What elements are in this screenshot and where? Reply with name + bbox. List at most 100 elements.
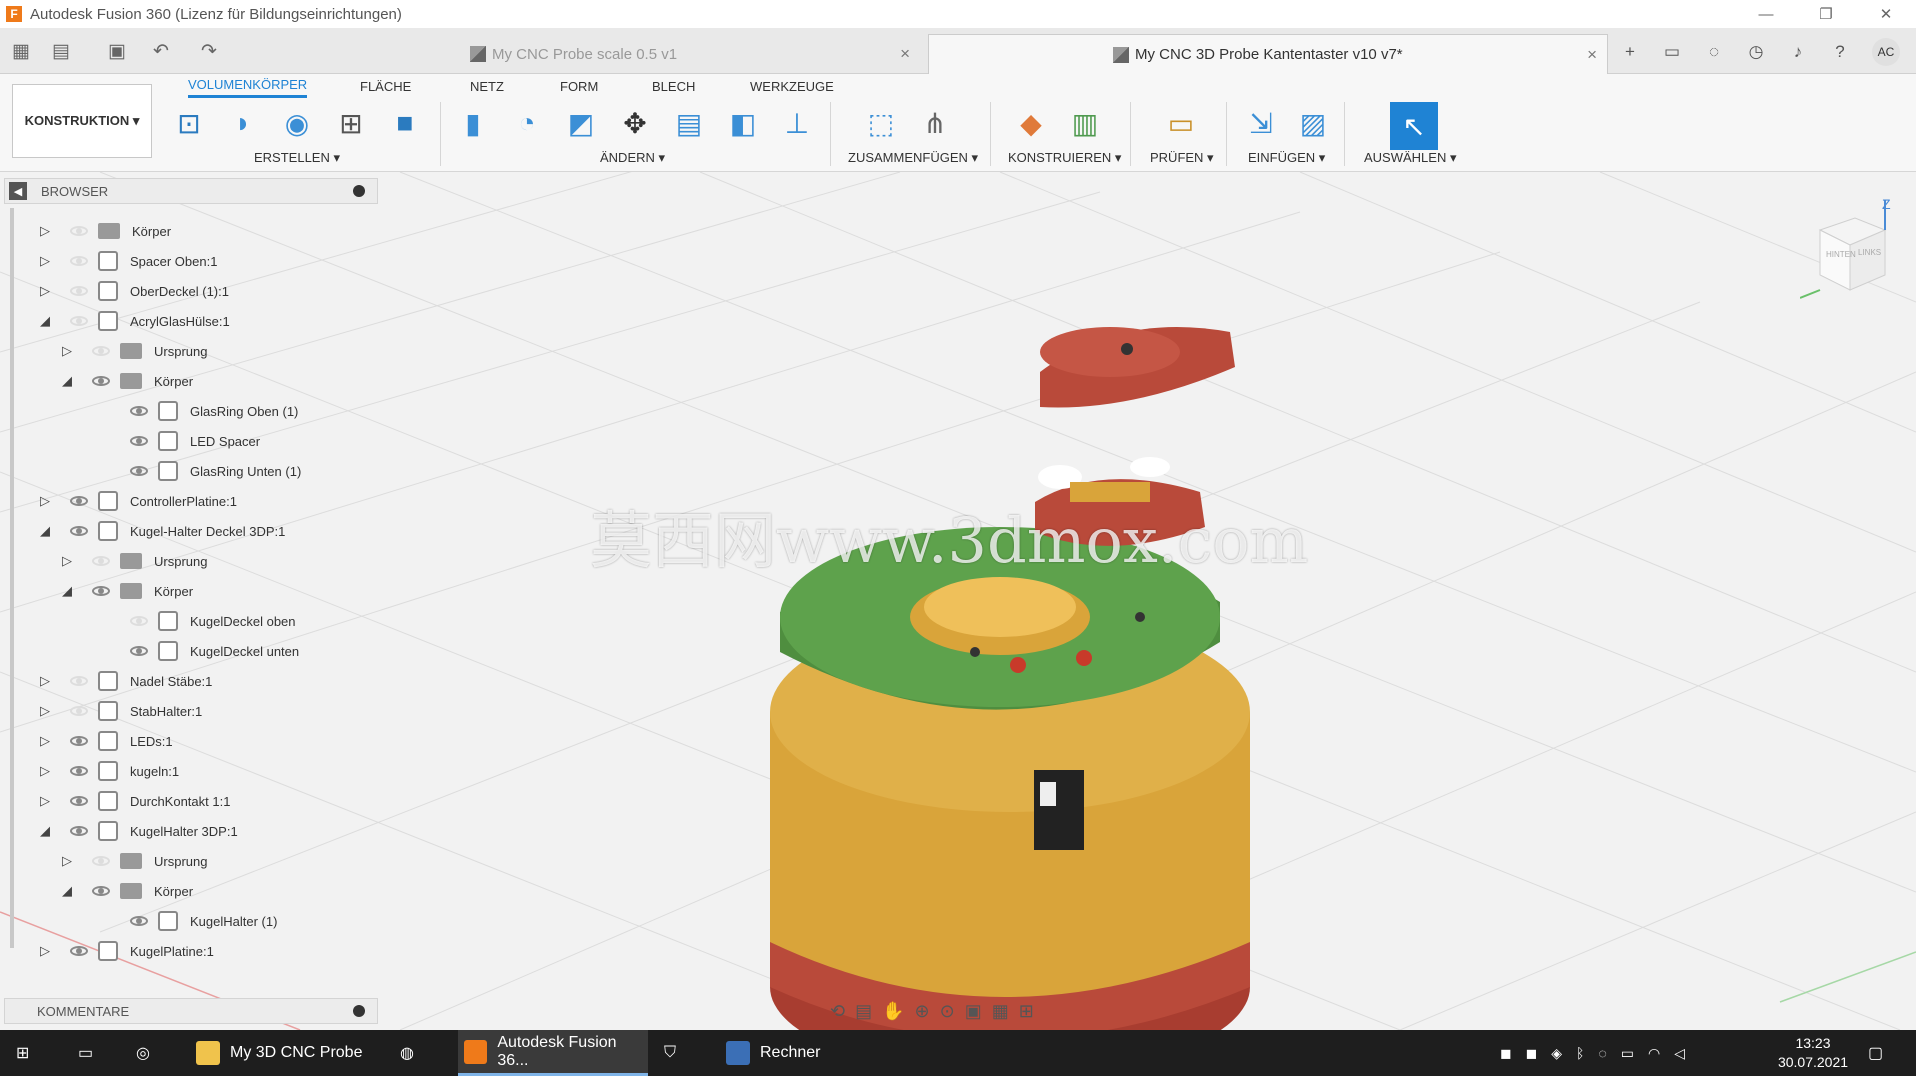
browser-tree-row[interactable]: ◢ Körper: [62, 576, 193, 606]
tray-wifi-icon[interactable]: ◠: [1648, 1045, 1660, 1062]
tray-app-icon[interactable]: ◼: [1500, 1045, 1512, 1062]
visibility-eye-icon[interactable]: [130, 916, 148, 926]
visibility-eye-icon[interactable]: [92, 346, 110, 356]
fillet-icon[interactable]: ◔: [506, 102, 548, 144]
press-pull-icon[interactable]: ▮: [452, 102, 494, 144]
browser-tree-row[interactable]: ▷ DurchKontakt 1:1: [40, 786, 230, 816]
browser-tree-row[interactable]: ▷ Spacer Oben:1: [40, 246, 217, 276]
visibility-eye-icon[interactable]: [70, 256, 88, 266]
align-icon[interactable]: ⊥: [776, 102, 818, 144]
browser-tree-row[interactable]: ▷ kugeln:1: [40, 756, 179, 786]
visibility-eye-icon[interactable]: [92, 856, 110, 866]
browser-tree-row[interactable]: ◢ AcrylGlasHülse:1: [40, 306, 230, 336]
visibility-eye-icon[interactable]: [130, 406, 148, 416]
expand-triangle-icon[interactable]: ▷: [40, 283, 54, 299]
browser-app-icon[interactable]: ◎: [136, 1030, 176, 1076]
group-erstellen[interactable]: ERSTELLEN ▾: [254, 150, 340, 166]
group-zusammenfuegen[interactable]: ZUSAMMENFÜGEN ▾: [848, 150, 978, 166]
file-menu-icon[interactable]: ▤: [48, 38, 74, 64]
browser-tree-row[interactable]: ▷ ControllerPlatine:1: [40, 486, 237, 516]
task-view-icon[interactable]: ▭: [78, 1030, 118, 1076]
visibility-eye-icon[interactable]: [70, 676, 88, 686]
insert-svg-icon[interactable]: ⇲: [1240, 102, 1282, 144]
visibility-eye-icon[interactable]: [92, 886, 110, 896]
brave-icon[interactable]: ⛉: [664, 1030, 704, 1076]
taskbar-clock[interactable]: 13:23 30.07.2021: [1768, 1034, 1858, 1072]
expand-triangle-icon[interactable]: ▷: [40, 253, 54, 269]
browser-tree-row[interactable]: ◢ Kugel-Halter Deckel 3DP:1: [40, 516, 285, 546]
visibility-eye-icon[interactable]: [130, 436, 148, 446]
visibility-eye-icon[interactable]: [70, 826, 88, 836]
tray-battery-icon[interactable]: ▭: [1621, 1045, 1634, 1062]
browser-tree-row[interactable]: ◢ Körper: [62, 876, 193, 906]
midplane-icon[interactable]: ▥: [1064, 102, 1106, 144]
browser-tree-row[interactable]: ▷ OberDeckel (1):1: [40, 276, 229, 306]
expand-triangle-icon[interactable]: ▷: [40, 493, 54, 509]
browser-tree-row[interactable]: ▷ Ursprung: [62, 336, 207, 366]
extrude-icon[interactable]: ◗: [222, 102, 264, 144]
revolve-icon[interactable]: ◉: [276, 102, 318, 144]
new-tab-icon[interactable]: +: [1616, 38, 1644, 66]
browser-scrollbar[interactable]: [10, 208, 14, 948]
visibility-eye-icon[interactable]: [130, 616, 148, 626]
browser-tree-row[interactable]: ▷ LEDs:1: [40, 726, 173, 756]
close-tab-icon[interactable]: ×: [900, 44, 910, 64]
visibility-eye-icon[interactable]: [70, 226, 88, 236]
collapse-triangle-icon[interactable]: ◢: [40, 523, 54, 539]
visibility-eye-icon[interactable]: [92, 586, 110, 596]
browser-minimize-icon[interactable]: [353, 185, 365, 197]
tab-netz[interactable]: NETZ: [470, 74, 504, 98]
taskbar-item-my-3d-cnc-probe[interactable]: My 3D CNC Probe: [196, 1030, 386, 1076]
grid-settings-icon[interactable]: ▦: [992, 1001, 1009, 1022]
visibility-eye-icon[interactable]: [70, 496, 88, 506]
visibility-eye-icon[interactable]: [70, 316, 88, 326]
shell-icon[interactable]: ◩: [560, 102, 602, 144]
browser-header[interactable]: ◀ BROWSER: [4, 178, 378, 204]
expand-triangle-icon[interactable]: ▷: [62, 853, 76, 869]
workspace-dropdown[interactable]: KONSTRUKTION ▾: [12, 84, 152, 158]
orbit-icon[interactable]: ⟲: [830, 1001, 845, 1022]
browser-tree-row[interactable]: LED Spacer: [100, 426, 260, 456]
expand-triangle-icon[interactable]: ▷: [62, 343, 76, 359]
measure-icon[interactable]: ▭: [1160, 102, 1202, 144]
group-konstruieren[interactable]: KONSTRUIEREN ▾: [1008, 150, 1121, 166]
visibility-eye-icon[interactable]: [70, 736, 88, 746]
browser-tree-row[interactable]: GlasRing Oben (1): [100, 396, 298, 426]
visibility-eye-icon[interactable]: [70, 286, 88, 296]
insert-canvas-icon[interactable]: ▨: [1292, 102, 1334, 144]
collapse-triangle-icon[interactable]: ◢: [40, 823, 54, 839]
group-aendern[interactable]: ÄNDERN ▾: [600, 150, 665, 166]
fit-icon[interactable]: ⊙: [940, 1001, 955, 1022]
undo-icon[interactable]: ↶: [148, 38, 174, 64]
chat-icon[interactable]: ▭: [1658, 38, 1686, 66]
collapse-triangle-icon[interactable]: ◢: [62, 883, 76, 899]
close-button[interactable]: ✕: [1856, 0, 1916, 28]
browser-tree-row[interactable]: KugelHalter (1): [100, 906, 277, 936]
box-icon[interactable]: ■: [384, 102, 426, 144]
expand-triangle-icon[interactable]: ▷: [40, 793, 54, 809]
tab-form[interactable]: FORM: [560, 74, 598, 98]
job-status-icon[interactable]: ◷: [1742, 38, 1770, 66]
group-auswaehlen[interactable]: AUSWÄHLEN ▾: [1364, 150, 1457, 166]
save-icon[interactable]: ▣: [104, 38, 130, 64]
browser-tree-row[interactable]: KugelDeckel unten: [100, 636, 299, 666]
help-icon[interactable]: ?: [1826, 38, 1854, 66]
visibility-eye-icon[interactable]: [70, 766, 88, 776]
expand-triangle-icon[interactable]: ▷: [62, 553, 76, 569]
new-component-icon[interactable]: ⬚: [860, 102, 902, 144]
zoom-icon[interactable]: ⊕: [915, 1001, 930, 1022]
browser-tree-row[interactable]: ◢ Körper: [62, 366, 193, 396]
minimize-button[interactable]: —: [1736, 0, 1796, 28]
browser-tree-row[interactable]: ▷ StabHalter:1: [40, 696, 202, 726]
tab-werkzeuge[interactable]: WERKZEUGE: [750, 74, 834, 98]
visibility-eye-icon[interactable]: [70, 526, 88, 536]
expand-triangle-icon[interactable]: ▷: [40, 763, 54, 779]
display-settings-icon[interactable]: ▣: [965, 1001, 982, 1022]
visibility-eye-icon[interactable]: [70, 946, 88, 956]
windows-start-icon[interactable]: ⊞: [16, 1030, 56, 1076]
look-at-icon[interactable]: ▤: [855, 1001, 872, 1022]
move-icon[interactable]: ✥: [614, 102, 656, 144]
browser-tree-row[interactable]: ◢ KugelHalter 3DP:1: [40, 816, 238, 846]
visibility-eye-icon[interactable]: [70, 796, 88, 806]
user-avatar[interactable]: AC: [1872, 38, 1900, 66]
